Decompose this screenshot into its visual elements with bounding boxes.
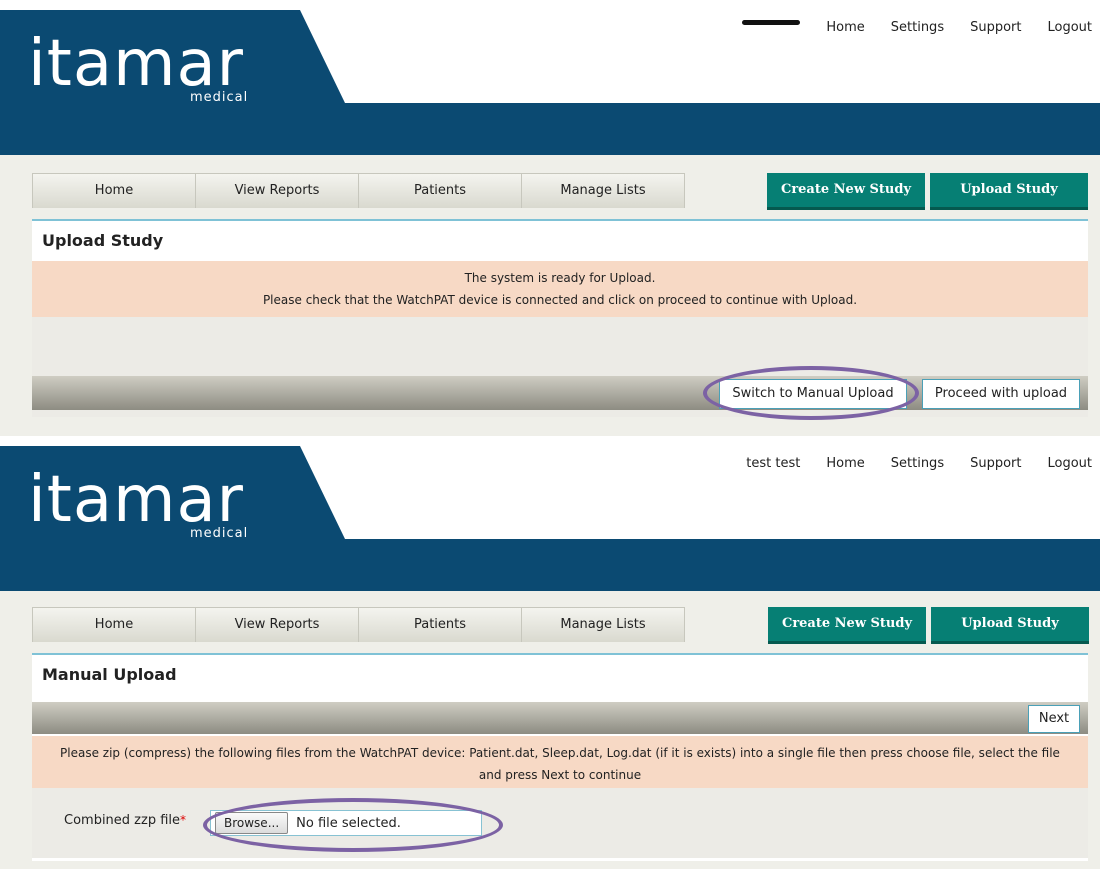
manual-upload-screen: itamar medical test test Home Settings S… xyxy=(0,446,1100,869)
tab-patients[interactable]: Patients xyxy=(358,173,522,208)
top-nav-home[interactable]: Home xyxy=(826,20,864,35)
tab-manage-lists[interactable]: Manage Lists xyxy=(521,173,685,208)
file-status-text: No file selected. xyxy=(296,815,401,831)
instruction-line2: and press Next to continue xyxy=(478,768,642,782)
create-new-study-button[interactable]: Create New Study xyxy=(768,607,926,644)
upload-study-button[interactable]: Upload Study xyxy=(930,173,1088,210)
file-field-label: Combined zzp file* xyxy=(64,813,186,828)
action-bar xyxy=(32,702,1088,734)
top-nav-support[interactable]: Support xyxy=(970,20,1021,35)
instruction-line1: Please zip (compress) the following file… xyxy=(60,746,1060,760)
file-input[interactable]: Browse... No file selected. xyxy=(210,810,482,836)
next-button[interactable]: Next xyxy=(1028,705,1080,733)
logo-subtitle: medical xyxy=(190,90,249,105)
create-new-study-button[interactable]: Create New Study xyxy=(767,173,925,210)
main-tabs: Home View Reports Patients Manage Lists xyxy=(32,173,685,208)
instruction-message: Please zip (compress) the following file… xyxy=(32,736,1088,792)
switch-to-manual-upload-button[interactable]: Switch to Manual Upload xyxy=(719,379,907,409)
top-nav-home[interactable]: Home xyxy=(826,456,864,471)
tab-manage-lists[interactable]: Manage Lists xyxy=(521,607,685,642)
page-title: Manual Upload xyxy=(32,655,1088,695)
main-tabs: Home View Reports Patients Manage Lists xyxy=(32,607,685,642)
top-nav-support[interactable]: Support xyxy=(970,456,1021,471)
top-nav-logout[interactable]: Logout xyxy=(1047,456,1092,471)
upload-study-button[interactable]: Upload Study xyxy=(931,607,1089,644)
proceed-with-upload-button[interactable]: Proceed with upload xyxy=(922,379,1080,409)
top-nav: Home Settings Support Logout xyxy=(724,20,1100,35)
top-nav-settings[interactable]: Settings xyxy=(891,20,944,35)
status-message-line1: The system is ready for Upload. xyxy=(464,271,656,285)
tab-patients[interactable]: Patients xyxy=(358,607,522,642)
page-title: Upload Study xyxy=(32,221,1088,261)
status-message: The system is ready for Upload. Please c… xyxy=(32,261,1088,317)
required-asterisk: * xyxy=(180,813,187,827)
upload-study-screen: itamar medical Home Settings Support Log… xyxy=(0,10,1100,436)
top-nav-logout[interactable]: Logout xyxy=(1047,20,1092,35)
file-form-area xyxy=(32,788,1088,858)
status-message-line2: Please check that the WatchPAT device is… xyxy=(262,293,858,307)
redacted-username xyxy=(742,20,801,25)
tab-view-reports[interactable]: View Reports xyxy=(195,607,359,642)
top-nav-user[interactable]: test test xyxy=(746,456,800,471)
top-nav-settings[interactable]: Settings xyxy=(891,456,944,471)
top-nav: test test Home Settings Support Logout xyxy=(728,456,1100,471)
tab-home[interactable]: Home xyxy=(32,173,196,208)
logo-subtitle: medical xyxy=(190,526,249,541)
tab-view-reports[interactable]: View Reports xyxy=(195,173,359,208)
browse-button[interactable]: Browse... xyxy=(215,812,289,834)
file-label-text: Combined zzp file xyxy=(64,813,181,828)
tab-home[interactable]: Home xyxy=(32,607,196,642)
